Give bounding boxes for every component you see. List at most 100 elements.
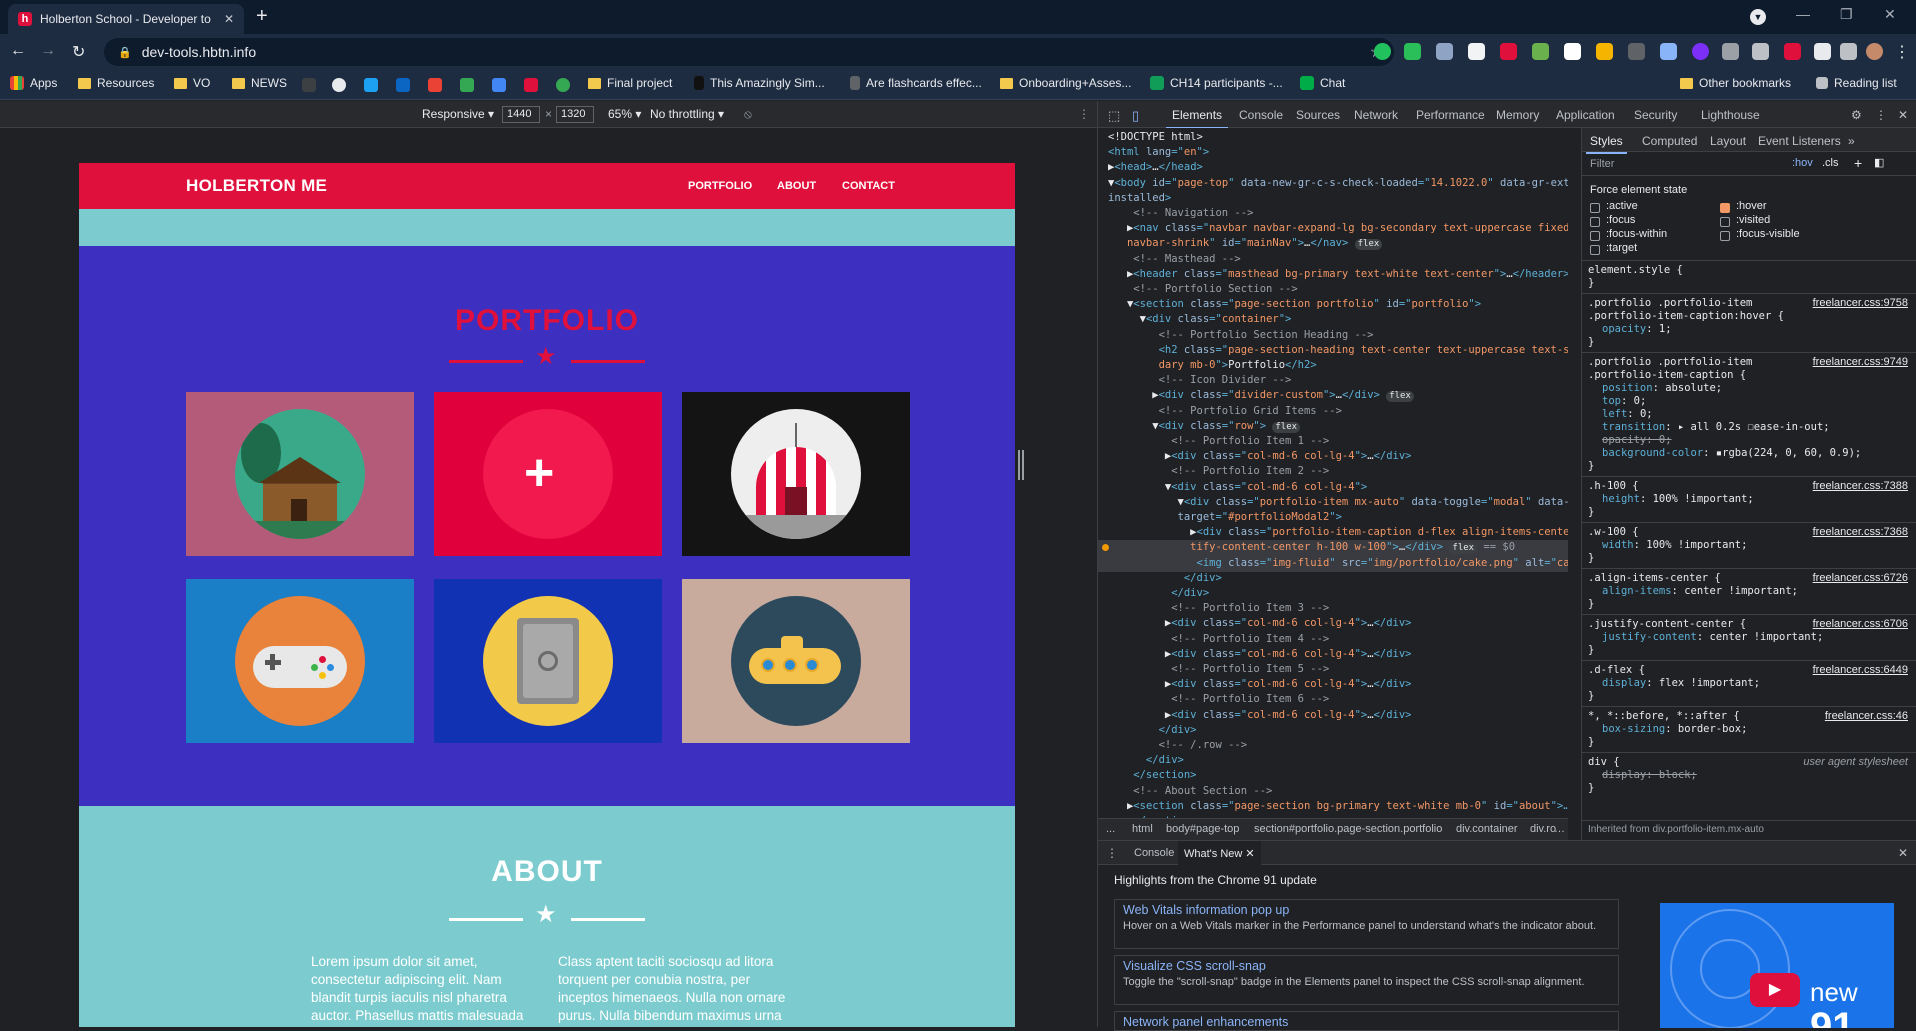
dom-node-line[interactable]: ▼<div class="container"> (1108, 312, 1292, 327)
css-declaration[interactable]: position: absolute; (1588, 382, 1912, 395)
dom-node-line[interactable]: ▶<nav class="navbar navbar-expand-lg bg-… (1108, 221, 1568, 236)
reload-icon[interactable]: ↻ (72, 42, 85, 62)
dom-node-line[interactable]: </section> (1108, 768, 1196, 783)
drawer-tab-whats-new[interactable]: What's New ✕ (1178, 841, 1261, 865)
pseudo-state-checkbox[interactable] (1720, 231, 1730, 241)
css-declaration[interactable]: width: 100% !important; (1588, 539, 1912, 552)
flex-badge[interactable]: flex (1386, 391, 1414, 403)
nav-contact-link[interactable]: CONTACT (842, 180, 895, 192)
css-rule[interactable]: element.style {} (1582, 260, 1916, 292)
css-source-link[interactable]: user agent stylesheet (1803, 756, 1908, 769)
settings-gear-icon[interactable]: ⚙ (1851, 108, 1862, 122)
css-rule[interactable]: .align-items-center {freelancer.css:6726… (1582, 568, 1916, 613)
filter-input[interactable]: Filter (1590, 158, 1614, 170)
css-declaration[interactable]: opacity: 1; (1588, 323, 1912, 336)
css-source-link[interactable]: freelancer.css:6726 (1813, 572, 1908, 585)
tab-security[interactable]: Security (1634, 108, 1677, 122)
css-rule[interactable]: .w-100 {freelancer.css:7368 width: 100% !… (1582, 522, 1916, 567)
cls-toggle[interactable]: .cls (1822, 157, 1839, 169)
dom-node-line[interactable]: target="#portfolioModal2"> (1108, 510, 1342, 525)
css-property-value[interactable]: 100% !important; (1646, 539, 1747, 551)
profile-avatar[interactable] (1866, 43, 1883, 60)
css-property-name[interactable]: box-sizing (1602, 723, 1665, 735)
breadcrumb-body[interactable]: body#page-top (1166, 823, 1239, 835)
formula-extension-icon[interactable] (1628, 43, 1645, 60)
pseudo-state-checkbox[interactable] (1720, 217, 1730, 227)
holberton-icon[interactable] (524, 78, 538, 92)
devtools-more-icon[interactable]: ⋮ (1875, 108, 1887, 122)
flex-badge[interactable]: flex (1449, 543, 1478, 555)
close-drawer-icon[interactable]: ✕ (1898, 846, 1908, 860)
dom-tree[interactable]: <!DOCTYPE html> <html lang="en"> ▶<head>…<… (1098, 128, 1568, 818)
dom-node-line[interactable]: ▼<div class="col-md-6 col-lg-4"> (1108, 480, 1367, 495)
css-property-name[interactable]: display (1602, 769, 1646, 781)
portfolio-item-submarine[interactable] (682, 579, 910, 743)
new-tab-icon[interactable]: + (256, 6, 268, 26)
tab-memory[interactable]: Memory (1496, 108, 1539, 122)
tab-console[interactable]: Console (1239, 108, 1283, 122)
address-bar[interactable]: 🔒 dev-tools.hbtn.info ☆ (104, 38, 1394, 66)
css-property-name[interactable]: height (1602, 493, 1640, 505)
breadcrumb-ellipsis[interactable]: ... (1106, 823, 1115, 835)
flex-badge[interactable]: flex (1354, 239, 1383, 251)
css-property-value[interactable]: center !important; (1709, 631, 1823, 643)
css-property-value[interactable]: 0; (1634, 395, 1647, 407)
tp-extension-icon[interactable] (1500, 43, 1517, 60)
css-property-name[interactable]: opacity (1602, 434, 1646, 446)
page-icon[interactable] (302, 78, 316, 92)
css-property-value[interactable]: center !important; (1684, 585, 1798, 597)
lock-icon[interactable]: 🔒 (118, 46, 132, 59)
css-rule[interactable]: div {user agent stylesheet display: block… (1582, 752, 1916, 797)
whats-new-item[interactable]: Visualize CSS scroll-snap Toggle the "sc… (1114, 955, 1619, 1005)
css-property-name[interactable]: justify-content (1602, 631, 1697, 643)
dom-node-line[interactable]: navbar-shrink" id="mainNav">…</nav> flex (1108, 236, 1383, 251)
chrome-menu-icon[interactable]: ⋮ (1894, 42, 1910, 62)
extensions-puzzle-icon[interactable] (1840, 43, 1857, 60)
css-rule[interactable]: .d-flex {freelancer.css:6449 display: fle… (1582, 660, 1916, 705)
css-declaration[interactable]: left: 0; (1588, 408, 1912, 421)
drawer-menu-icon[interactable]: ⋮ (1106, 846, 1118, 860)
css-declaration[interactable]: display: flex !important; (1588, 677, 1912, 690)
bookmark-vo[interactable]: VO (174, 76, 210, 90)
css-declaration[interactable]: justify-content: center !important; (1588, 631, 1912, 644)
dom-node-line[interactable]: ▶<div class="col-md-6 col-lg-4">…</div> (1108, 677, 1412, 692)
css-rule[interactable]: *, *::before, *::after {freelancer.css:4… (1582, 706, 1916, 751)
css-property-name[interactable]: opacity (1602, 323, 1646, 335)
more-tabs-icon[interactable]: » (1848, 134, 1855, 148)
tab-elements[interactable]: Elements (1165, 108, 1229, 129)
portfolio-item-circus[interactable] (682, 392, 910, 556)
bookmark-amazingly-simple[interactable]: This Amazingly Sim... (694, 76, 825, 90)
tab-layout[interactable]: Layout (1710, 134, 1746, 148)
grammarly-extension-icon[interactable] (1374, 43, 1391, 60)
css-declaration[interactable]: align-items: center !important; (1588, 585, 1912, 598)
bookmark-ch14[interactable]: CH14 participants -... (1150, 76, 1283, 90)
css-property-name[interactable]: transition (1602, 421, 1665, 433)
maps-icon[interactable] (556, 78, 570, 92)
dom-node-line[interactable]: tify-content-center h-100 w-100">…</div>… (1108, 540, 1515, 555)
device-more-icon[interactable]: ⋮ (1078, 107, 1090, 121)
bookmark-reading-list[interactable]: Reading list (1816, 76, 1897, 90)
browser-tab[interactable]: h Holberton School - Developer to ✕ (8, 4, 244, 34)
close-window-icon[interactable]: ✕ (1884, 6, 1896, 23)
tab-lighthouse[interactable]: Lighthouse (1701, 108, 1760, 122)
css-declaration[interactable]: background-color: ▪rgba(224, 0, 60, 0.9)… (1588, 447, 1912, 460)
chrome-update-promo-image[interactable]: ▶ new 91 (1660, 903, 1894, 1028)
bookmark-flashcards[interactable]: Are flashcards effec... (850, 76, 982, 90)
breadcrumb-html[interactable]: html (1132, 823, 1153, 835)
dom-node-line[interactable]: </div> (1108, 571, 1222, 586)
slash-extension-icon[interactable] (1722, 43, 1739, 60)
dom-node-line[interactable]: ▼<div class="portfolio-item mx-auto" dat… (1108, 495, 1568, 510)
bookmark-final-project[interactable]: Final project (588, 76, 672, 90)
css-property-value[interactable]: flex !important; (1659, 677, 1760, 689)
dom-node-line[interactable]: </div> (1108, 753, 1184, 768)
new-rule-icon[interactable]: + (1854, 155, 1862, 171)
maximize-icon[interactable]: ❐ (1840, 6, 1853, 23)
dom-node-line[interactable]: ▼<section class="page-section portfolio"… (1108, 297, 1481, 312)
dom-node-line[interactable]: <h2 class="page-section-heading text-cen… (1108, 343, 1568, 358)
css-property-value[interactable]: 1; (1659, 323, 1672, 335)
css-declaration[interactable]: height: 100% !important; (1588, 493, 1912, 506)
image-extension-icon[interactable] (1436, 43, 1453, 60)
dom-node-line[interactable]: <!-- Portfolio Section Heading --> (1108, 328, 1374, 343)
tab-performance[interactable]: Performance (1416, 108, 1485, 122)
dom-node-line[interactable]: ▶<div class="portfolio-item-caption d-fl… (1108, 525, 1568, 540)
